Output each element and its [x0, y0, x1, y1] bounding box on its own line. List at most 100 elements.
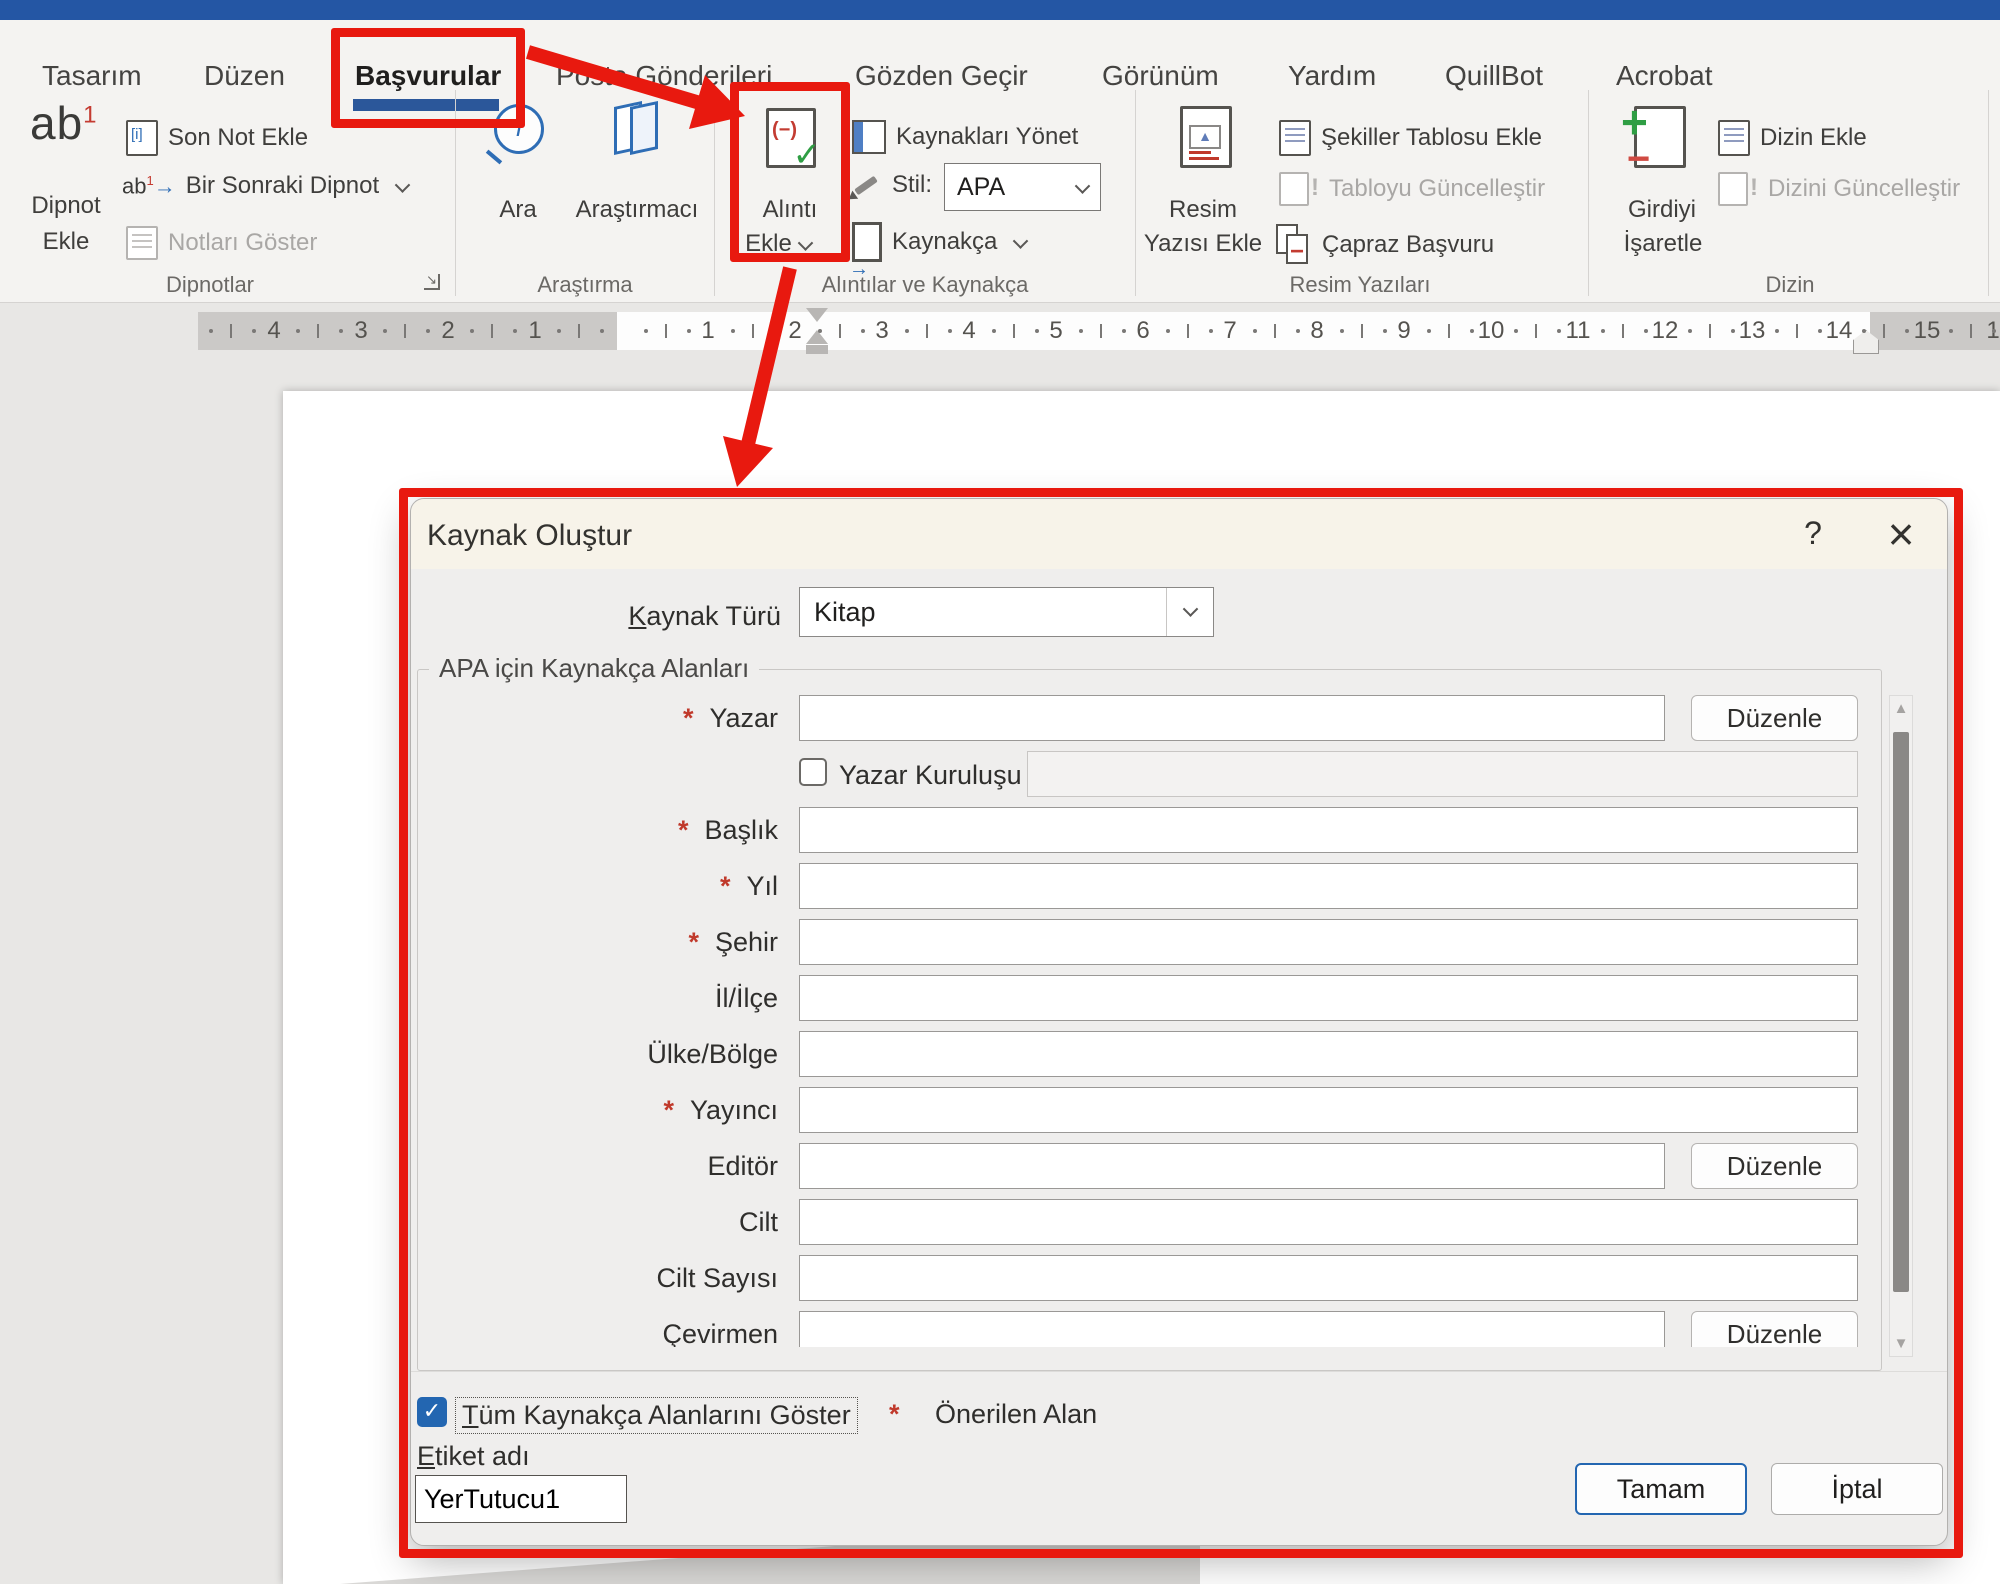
mark-entry-button[interactable]: +− [1634, 106, 1686, 173]
source-type-select[interactable]: Kitap [799, 587, 1214, 637]
mark-entry-icon: +− [1634, 106, 1686, 168]
tab-duzen[interactable]: Düzen [204, 60, 285, 92]
insert-citation-label-line2[interactable]: Ekle [728, 230, 828, 258]
ruler-tick [404, 324, 406, 338]
scroll-up-icon[interactable]: ▲ [1890, 700, 1912, 717]
insert-caption-label-line2[interactable]: Yazısı Ekle [1138, 230, 1268, 258]
ruler-tick [557, 329, 561, 333]
show-notes-button[interactable]: Notları Göster [126, 226, 317, 260]
researcher-label[interactable]: Araştırmacı [567, 196, 707, 224]
insert-footnote-label-line1[interactable]: Dipnot [16, 192, 116, 220]
chevron-down-icon[interactable] [1166, 588, 1213, 636]
insert-table-of-figures-button[interactable]: Şekiller Tablosu Ekle [1279, 120, 1542, 156]
tab-yardim[interactable]: Yardım [1288, 60, 1376, 92]
edit-editor-button[interactable]: Düzenle [1691, 1143, 1858, 1189]
insert-caption-button[interactable]: ▲ [1180, 106, 1232, 173]
insert-citation-button[interactable]: (−)✓ [766, 108, 816, 173]
mark-entry-label-line1[interactable]: Girdiyi [1612, 196, 1712, 224]
source-type-label: Kaynak Türü [561, 601, 781, 632]
insert-endnote-button[interactable]: [i] Son Not Ekle [126, 120, 308, 156]
search-button[interactable]: i [494, 104, 544, 154]
dialog-launcher-icon[interactable] [424, 274, 440, 290]
corporate-author-label: Yazar Kuruluşu [839, 760, 1022, 791]
ruler-number: 10 [1471, 317, 1511, 345]
author-input[interactable] [799, 695, 1665, 741]
group-separator [1135, 90, 1136, 296]
insert-footnote-label-line2[interactable]: Ekle [16, 228, 116, 256]
style-select[interactable]: APA [944, 163, 1101, 211]
ruler-tick [230, 324, 232, 338]
cross-reference-button[interactable]: − Çapraz Başvuru [1276, 224, 1494, 266]
show-all-fields-checkbox[interactable]: ✓ [417, 1397, 447, 1427]
ruler-number: 2 [775, 317, 815, 345]
ruler-number: 15 [1907, 317, 1947, 345]
insert-footnote-button[interactable]: ab1 [30, 96, 98, 150]
ruler-tick [752, 324, 754, 338]
ruler-tick [1340, 329, 1344, 333]
tab-gozden-gecir[interactable]: Gözden Geçir [855, 60, 1028, 92]
dialog-divider [411, 1371, 1948, 1372]
tab-gorunum[interactable]: Görünüm [1102, 60, 1219, 92]
group-separator [455, 90, 456, 296]
scroll-down-icon[interactable]: ▼ [1890, 1335, 1912, 1352]
publisher-input[interactable] [799, 1087, 1858, 1133]
cross-reference-icon: − [1276, 224, 1312, 266]
manage-sources-button[interactable]: Kaynakları Yönet [852, 120, 1078, 154]
cancel-button[interactable]: İptal [1771, 1463, 1943, 1515]
bibliography-icon [852, 222, 882, 262]
city-input[interactable] [799, 919, 1858, 965]
volume-input[interactable] [799, 1199, 1858, 1245]
country-input[interactable] [799, 1031, 1858, 1077]
title-input[interactable] [799, 807, 1858, 853]
recommended-mark: * [889, 1399, 900, 1430]
update-table-button[interactable]: ! Tabloyu Güncelleştir [1279, 172, 1545, 206]
close-button[interactable]: × [1873, 507, 1929, 561]
tag-name-input[interactable] [415, 1475, 627, 1523]
edit-translator-button[interactable]: Düzenle [1691, 1311, 1858, 1347]
translator-input[interactable] [799, 1311, 1665, 1347]
insert-citation-label-line1[interactable]: Alıntı [740, 196, 840, 224]
ruler-number: 3 [862, 317, 902, 345]
corporate-author-input[interactable] [1027, 751, 1858, 797]
ruler[interactable]: 43211234567891011121314151 [198, 312, 2000, 350]
fields-scrollbar[interactable]: ▲ ▼ [1889, 695, 1913, 1357]
search-label[interactable]: Ara [478, 196, 558, 224]
next-footnote-button[interactable]: ab1→ Bir Sonraki Dipnot [122, 172, 408, 200]
state-input[interactable] [799, 975, 1858, 1021]
ruler-tick [1688, 329, 1692, 333]
update-index-button[interactable]: ! Dizini Güncelleştir [1718, 172, 1960, 206]
corporate-author-checkbox[interactable] [799, 758, 827, 786]
update-index-icon: ! [1718, 172, 1748, 206]
year-input[interactable] [799, 863, 1858, 909]
bibliography-button[interactable]: Kaynakça [852, 222, 1026, 262]
tab-quillbot[interactable]: QuillBot [1445, 60, 1543, 92]
mark-entry-label-line2[interactable]: İşaretle [1608, 230, 1718, 258]
edit-author-button[interactable]: Düzenle [1691, 695, 1858, 741]
help-button[interactable]: ? [1791, 515, 1835, 552]
editor-input[interactable] [799, 1143, 1665, 1189]
show-all-fields-label[interactable]: Tüm Kaynakça Alanlarını Göster [455, 1397, 858, 1434]
ruler-tick [1709, 324, 1711, 338]
field-label: Yayıncı [690, 1095, 778, 1125]
ruler-tick [470, 329, 474, 333]
tab-basvurular[interactable]: Başvurular [355, 60, 501, 92]
ruler-tick [1622, 324, 1624, 338]
ruler-tick [905, 329, 909, 333]
researcher-button[interactable] [614, 104, 658, 157]
tab-acrobat[interactable]: Acrobat [1616, 60, 1713, 92]
insert-citation-icon: (−)✓ [766, 108, 816, 168]
scrollbar-thumb[interactable] [1893, 732, 1909, 1292]
tab-tasarim[interactable]: Tasarım [42, 60, 142, 92]
insert-caption-label-line1[interactable]: Resim [1153, 196, 1253, 224]
ruler-tick [1883, 324, 1885, 338]
ruler-strip: 43211234567891011121314151 [0, 303, 2000, 363]
insert-index-button[interactable]: Dizin Ekle [1718, 120, 1867, 156]
group-label-dizin: Dizin [1710, 272, 1870, 298]
tab-posta-gonderileri[interactable]: Posta Gönderileri [556, 60, 772, 92]
next-footnote-icon: ab1→ [122, 173, 176, 199]
dialog-titlebar[interactable] [411, 499, 1947, 569]
ruler-tick [1427, 329, 1431, 333]
number-of-volumes-input[interactable] [799, 1255, 1858, 1301]
required-mark: * [720, 871, 731, 901]
ok-button[interactable]: Tamam [1575, 1463, 1747, 1515]
